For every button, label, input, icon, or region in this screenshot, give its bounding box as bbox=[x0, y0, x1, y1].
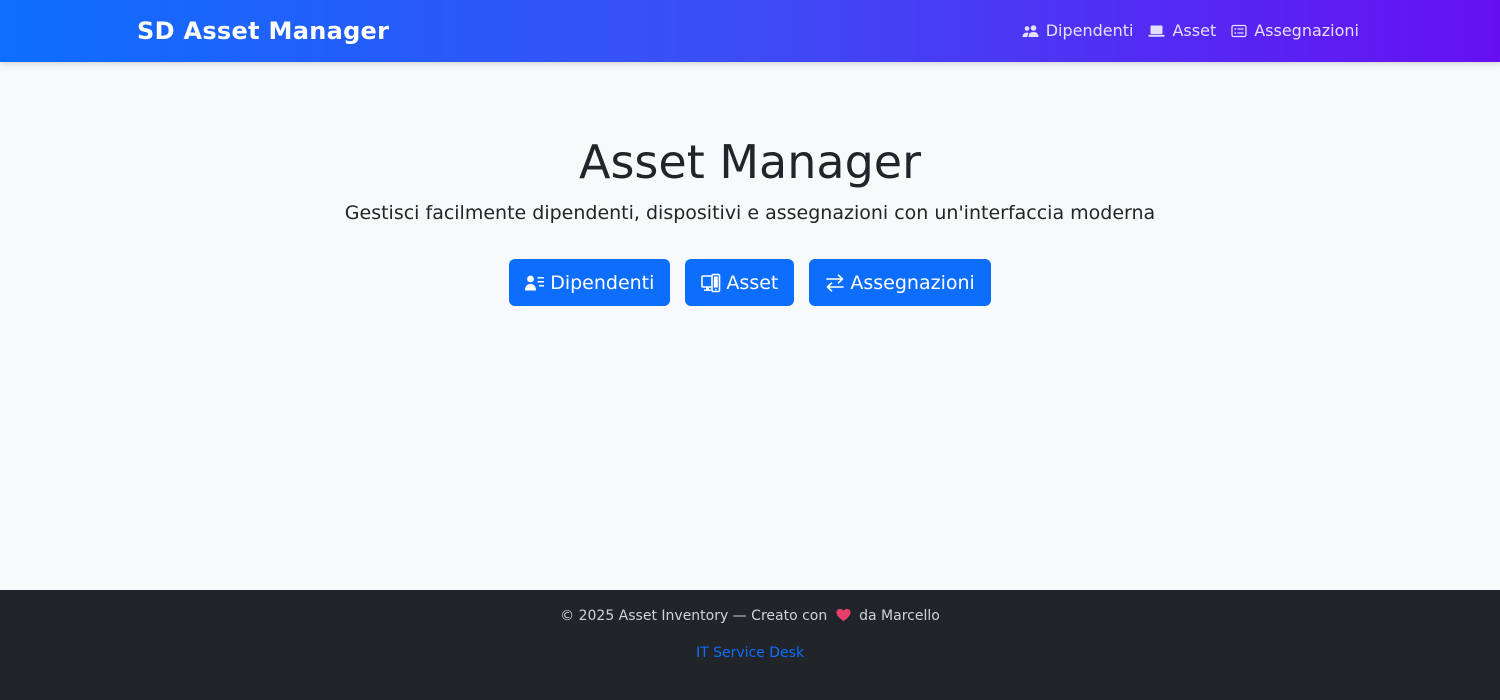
button-label: Dipendenti bbox=[550, 271, 655, 294]
assegnazioni-button[interactable]: Assegnazioni bbox=[809, 259, 991, 306]
it-service-desk-link[interactable]: IT Service Desk bbox=[0, 643, 1500, 663]
page-title: Asset Manager bbox=[579, 135, 921, 189]
heart-icon bbox=[836, 608, 851, 628]
top-navbar: SD Asset Manager Dipendenti Asset Assegn… bbox=[0, 0, 1500, 62]
arrow-left-right-icon bbox=[825, 273, 845, 292]
footer: © 2025 Asset Inventory — Creato con da M… bbox=[0, 590, 1500, 700]
footer-link-label: IT Service Desk bbox=[695, 645, 805, 661]
devices-icon bbox=[701, 273, 721, 293]
nav-link-label: Assegnazioni bbox=[1254, 21, 1359, 40]
footer-text-start: © 2025 Asset Inventory — Creato con bbox=[560, 608, 828, 624]
nav-link-dipendenti[interactable]: Dipendenti bbox=[1022, 19, 1134, 43]
hero-buttons: Dipendenti Asset Assegnazioni bbox=[0, 259, 1500, 306]
button-label: Asset bbox=[726, 271, 779, 294]
laptop-icon bbox=[1148, 24, 1165, 38]
people-icon bbox=[1022, 24, 1039, 38]
footer-text-end: da Marcello bbox=[859, 608, 940, 624]
nav-link-label: Asset bbox=[1172, 21, 1217, 40]
nav-link-label: Dipendenti bbox=[1045, 21, 1134, 40]
brand-link[interactable]: SD Asset Manager bbox=[137, 16, 389, 46]
button-label: Assegnazioni bbox=[850, 271, 975, 294]
footer-credits: © 2025 Asset Inventory — Creato con da M… bbox=[0, 606, 1500, 628]
dipendenti-button[interactable]: Dipendenti bbox=[509, 259, 671, 306]
person-lines-icon bbox=[525, 274, 545, 292]
nav-link-assegnazioni[interactable]: Assegnazioni bbox=[1231, 19, 1359, 43]
hero-section: Asset Manager Gestisci facilmente dipend… bbox=[0, 62, 1500, 590]
nav-link-asset[interactable]: Asset bbox=[1148, 19, 1216, 43]
page-subtitle: Gestisci facilmente dipendenti, disposit… bbox=[344, 202, 1156, 224]
nav-links: Dipendenti Asset Assegnazioni bbox=[1022, 19, 1359, 43]
card-list-icon bbox=[1231, 24, 1247, 38]
asset-button[interactable]: Asset bbox=[685, 259, 795, 306]
